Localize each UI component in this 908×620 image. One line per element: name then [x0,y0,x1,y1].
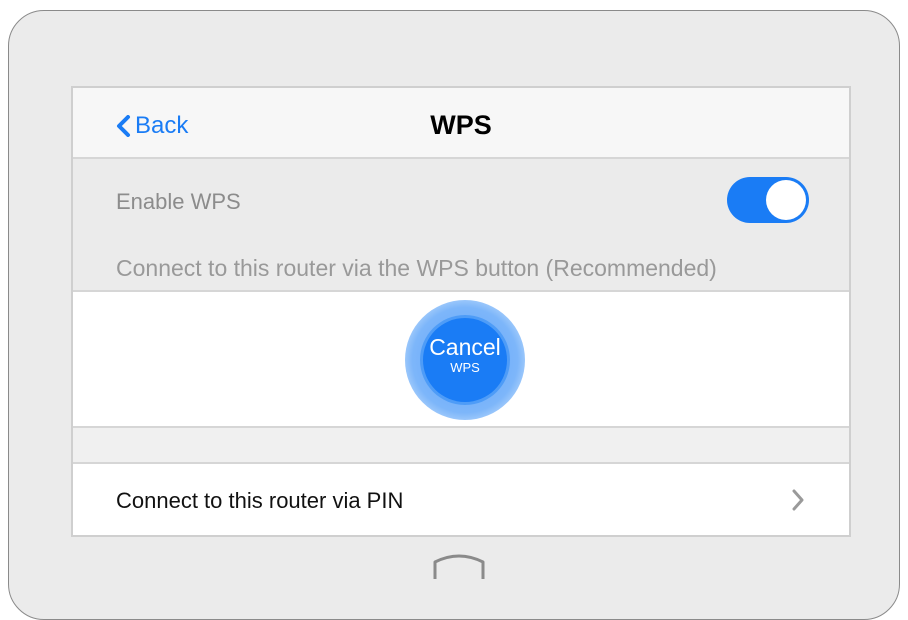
wps-button-glow: Cancel WPS [405,300,525,420]
toggle-knob [766,180,806,220]
cancel-wps-main-label: Cancel [429,334,501,360]
page-title: WPS [430,110,492,140]
cancel-wps-button[interactable]: Cancel WPS [423,318,507,402]
wps-settings: Enable WPS Connect to this router via th… [73,159,849,292]
connect-via-pin-row[interactable]: Connect to this router via PIN [73,464,849,535]
wps-button-panel: Cancel WPS [73,290,849,428]
cancel-wps-sub-label: WPS [450,360,480,375]
chevron-right-icon [792,489,804,511]
enable-wps-toggle[interactable] [727,177,809,223]
wps-button-section-label: Connect to this router via the WPS butto… [116,255,717,281]
navigation-bar: Back WPS [73,88,849,159]
home-button-icon[interactable] [430,552,488,582]
app-screen: Back WPS Enable WPS Connect to this rout… [71,86,851,537]
connect-via-pin-label: Connect to this router via PIN [116,488,404,513]
section-spacer [73,428,849,464]
enable-wps-label: Enable WPS [116,189,241,214]
